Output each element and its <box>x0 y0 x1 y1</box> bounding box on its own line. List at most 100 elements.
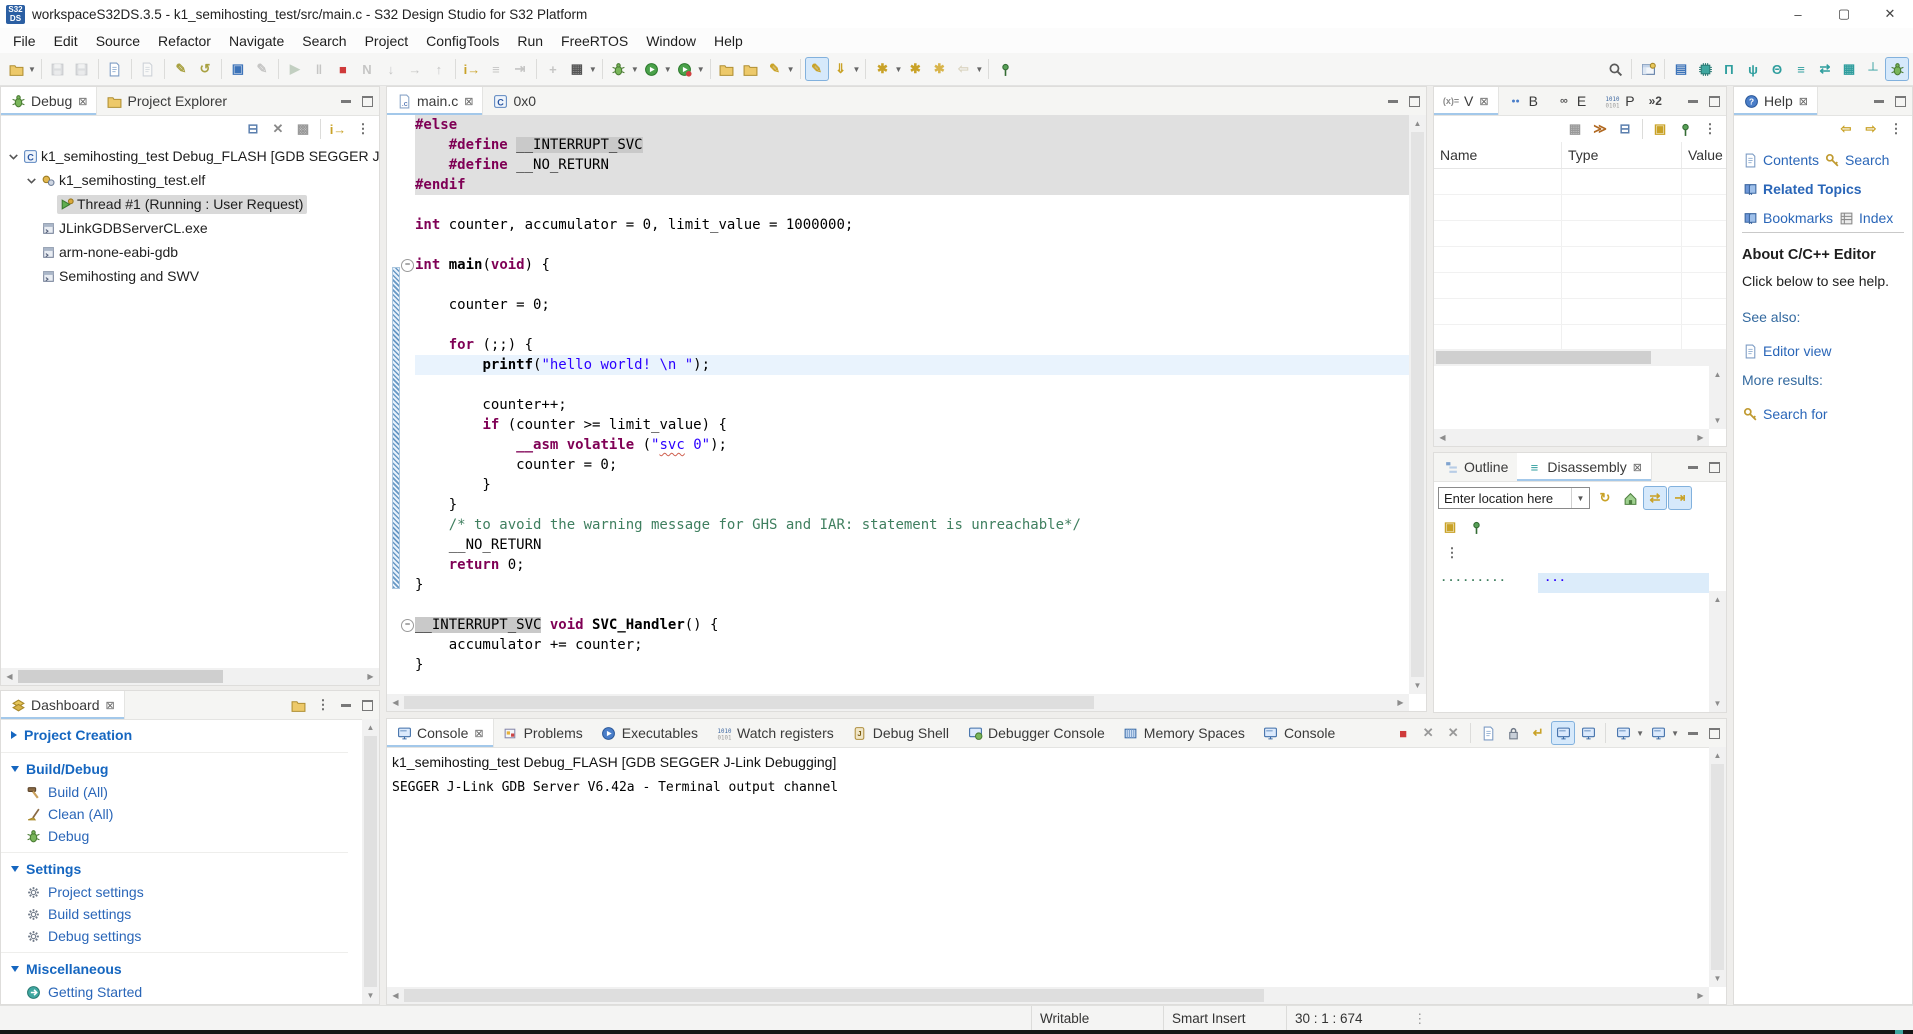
minimize-icon[interactable] <box>1688 465 1698 469</box>
tree-row[interactable]: Semihosting and SWV <box>1 264 379 288</box>
open-element-icon[interactable]: ▣ <box>226 57 250 81</box>
code-line[interactable] <box>387 595 1409 615</box>
dashboard-link-clean-all-[interactable]: Clean (All) <box>1 803 348 825</box>
close-icon[interactable]: ⊠ <box>1479 95 1488 108</box>
variables-detail-pane[interactable] <box>1434 366 1726 429</box>
debug-hscrollbar[interactable]: ◀ ▶ <box>1 668 379 685</box>
pin-view-icon[interactable] <box>1673 117 1697 141</box>
code-line[interactable]: printf("hello world! \n "); <box>387 355 1409 375</box>
show-columns-icon[interactable]: ▦ <box>1563 117 1587 141</box>
new-view-icon[interactable]: ▣ <box>1438 515 1462 539</box>
follow-a-icon[interactable]: ⇄ <box>1643 486 1667 510</box>
debug-tab-project-explorer[interactable]: Project Explorer <box>97 87 236 115</box>
console-output[interactable]: SEGGER J-Link GDB Server V6.42a - Termin… <box>387 770 1726 797</box>
expander-chevron-icon[interactable] <box>23 173 39 188</box>
close-icon[interactable]: ⊠ <box>78 95 87 108</box>
scroll-up-arrow[interactable]: ▲ <box>1709 747 1726 764</box>
scroll-thumb[interactable] <box>1436 351 1651 364</box>
view-menu-icon[interactable]: ⋮ <box>1884 117 1908 141</box>
minimize-icon[interactable] <box>341 703 351 707</box>
scroll-up-arrow[interactable]: ▲ <box>362 719 379 736</box>
view-menu-icon[interactable]: ⋮ <box>1698 117 1722 141</box>
detail-hscrollbar[interactable]: ◀ ▶ <box>1434 429 1709 446</box>
code-line[interactable]: return 0; <box>387 555 1409 575</box>
new-view-icon[interactable]: ▣ <box>1648 117 1672 141</box>
scroll-thumb[interactable] <box>364 736 377 987</box>
collapse-all-icon[interactable]: ⊟ <box>1613 117 1637 141</box>
chevron-down-icon[interactable]: ▼ <box>1571 488 1589 508</box>
menu-item-freertos[interactable]: FreeRTOS <box>552 28 637 53</box>
column-header-type[interactable]: Type <box>1562 142 1682 168</box>
column-header-value[interactable]: Value <box>1682 142 1726 168</box>
console-tab-problems[interactable]: Problems <box>494 719 592 747</box>
code-line[interactable]: for (;;) { <box>387 335 1409 355</box>
run-icon[interactable] <box>640 57 664 81</box>
debug-perspective-icon[interactable] <box>1885 57 1909 81</box>
code-area[interactable]: #else #define __INTERRUPT_SVC #define __… <box>387 115 1409 694</box>
view-menu-icon[interactable]: ⋮ <box>1440 541 1464 565</box>
maximize-icon[interactable] <box>1895 95 1906 107</box>
detail-vscrollbar[interactable]: ▲ ▼ <box>1709 366 1726 429</box>
editor-tab-0x0[interactable]: 0x0 <box>483 87 545 115</box>
code-line[interactable] <box>387 235 1409 255</box>
suspend-icon[interactable]: ‖ <box>307 57 331 81</box>
disconnect-icon[interactable]: N <box>355 57 379 81</box>
edit-config-icon[interactable]: ✎ <box>169 57 193 81</box>
scroll-left-arrow[interactable]: ◀ <box>1434 429 1451 446</box>
scroll-left-arrow[interactable]: ◀ <box>387 694 404 711</box>
dashboard-tab-dashboard[interactable]: Dashboard ⊠ <box>1 691 125 719</box>
tree-row[interactable]: arm-none-eabi-gdb <box>1 240 379 264</box>
console-tab-debugger-console[interactable]: Debugger Console <box>958 719 1114 747</box>
scroll-down-arrow[interactable]: ▼ <box>1709 970 1726 987</box>
column-header-name[interactable]: Name <box>1434 142 1562 168</box>
dashboard-link-build-all-[interactable]: Build (All) <box>1 781 348 803</box>
open-resource-icon[interactable] <box>739 57 763 81</box>
menu-item-run[interactable]: Run <box>508 28 552 53</box>
dropdown-arrow-icon[interactable]: ▼ <box>589 65 597 74</box>
ct-memory-icon[interactable]: ≡ <box>1789 57 1813 81</box>
pencil-icon[interactable]: ✎ <box>250 57 274 81</box>
tab-overflow-count[interactable]: »2 <box>1644 87 1667 115</box>
disassembly-vscrollbar[interactable]: ▲ ▼ <box>1709 591 1726 712</box>
code-line[interactable]: #endif <box>387 175 1409 195</box>
scroll-lock-icon[interactable] <box>1501 721 1525 745</box>
menu-item-navigate[interactable]: Navigate <box>220 28 293 53</box>
variables-tab-b[interactable]: ●● B <box>1499 87 1547 115</box>
help-forward-icon[interactable]: ⇨ <box>1859 117 1883 141</box>
ct-probe-icon[interactable]: ┴ <box>1861 57 1885 81</box>
scroll-thumb[interactable] <box>18 670 223 683</box>
scroll-right-arrow[interactable]: ▶ <box>362 668 379 685</box>
scroll-thumb[interactable] <box>404 989 1264 1002</box>
minimize-icon[interactable] <box>1874 99 1884 103</box>
table-row[interactable] <box>1434 325 1726 351</box>
ct-peripherals-icon[interactable]: ψ <box>1741 57 1765 81</box>
maximize-icon[interactable] <box>1409 95 1420 107</box>
build-icon[interactable] <box>103 57 127 81</box>
display-selected-icon[interactable] <box>1611 721 1635 745</box>
expander-chevron-icon[interactable] <box>5 149 21 164</box>
table-row[interactable] <box>1434 299 1726 325</box>
help-tab-help[interactable]: Help ⊠ <box>1734 87 1819 115</box>
tree-item-selected[interactable]: Thread #1 (Running : User Request) <box>57 194 308 214</box>
search-icon[interactable] <box>1603 57 1627 81</box>
minimize-icon[interactable] <box>341 99 351 103</box>
code-line[interactable]: if (counter >= limit_value) { <box>387 415 1409 435</box>
editor-vscrollbar[interactable]: ▲ ▼ <box>1409 115 1426 694</box>
console-tab-debug-shell[interactable]: Debug Shell <box>843 719 958 747</box>
instruction-stepping-icon[interactable]: i→ <box>460 57 484 81</box>
minimize-icon[interactable] <box>1388 99 1398 103</box>
fold-minus-icon[interactable]: − <box>401 619 414 632</box>
code-line[interactable]: counter++; <box>387 395 1409 415</box>
scroll-right-arrow[interactable]: ▶ <box>1692 987 1709 1004</box>
scroll-thumb[interactable] <box>1711 764 1724 970</box>
menu-item-help[interactable]: Help <box>705 28 752 53</box>
tree-item[interactable]: arm-none-eabi-gdb <box>39 243 182 262</box>
help-link-search-for[interactable]: Search for <box>1742 406 1828 422</box>
dashboard-link-build-settings[interactable]: Build settings <box>1 903 348 925</box>
dropdown-arrow-icon[interactable]: ▼ <box>894 65 902 74</box>
window-close-button[interactable]: ✕ <box>1867 0 1913 28</box>
window-minimize-button[interactable]: – <box>1775 0 1821 28</box>
menu-item-source[interactable]: Source <box>87 28 149 53</box>
pin-editor-icon[interactable] <box>993 57 1017 81</box>
menu-item-edit[interactable]: Edit <box>45 28 87 53</box>
